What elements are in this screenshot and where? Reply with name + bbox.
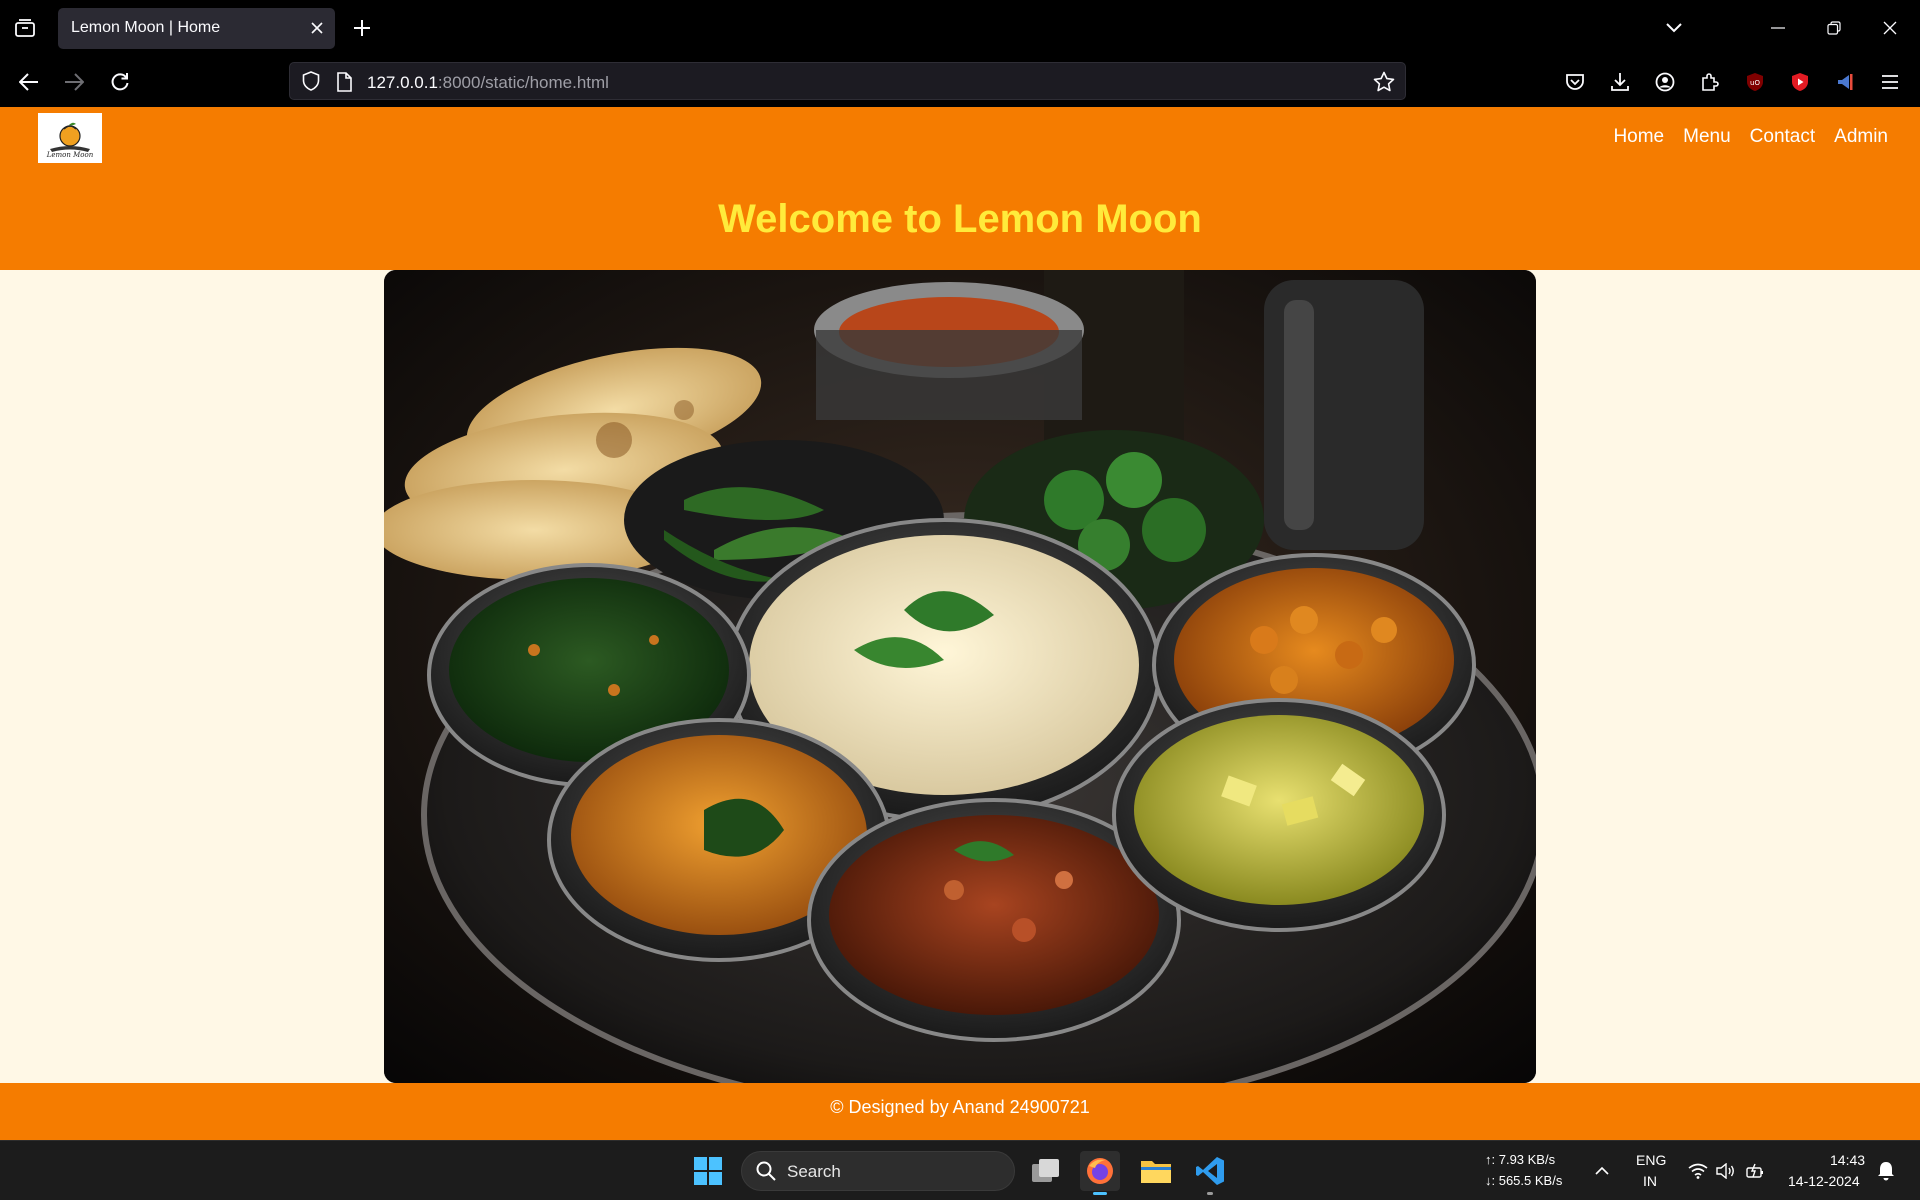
language-region[interactable]: IN [1643,1173,1657,1189]
site-nav: Home Menu Contact Admin [1613,126,1888,148]
browser-toolbar: 127.0.0.1:8000/static/home.html uO [0,56,1920,107]
new-tab-icon[interactable] [348,14,376,42]
page-title: Welcome to Lemon Moon [718,197,1202,241]
restore-icon[interactable] [1816,12,1852,44]
svg-text:uO: uO [1750,79,1760,87]
site-footer: © Designed by Anand 24900721 [0,1083,1920,1140]
close-window-icon[interactable] [1872,12,1908,44]
url-text[interactable]: 127.0.0.1:8000/static/home.html [367,73,609,93]
address-bar[interactable]: 127.0.0.1:8000/static/home.html [289,62,1406,100]
shield-icon[interactable] [301,71,321,96]
extensions-icon[interactable] [1694,66,1726,98]
browser-tab-bar: Lemon Moon | Home [0,0,1920,56]
extension-megaphone-icon[interactable] [1829,66,1861,98]
language-code[interactable]: ENG [1636,1152,1666,1168]
nav-link-home[interactable]: Home [1613,126,1664,148]
search-label: Search [787,1162,841,1181]
downloads-icon[interactable] [1604,66,1636,98]
windows-start-icon[interactable] [688,1151,728,1191]
footer-credit: © Designed by Anand 24900721 [830,1097,1090,1117]
search-icon [756,1161,776,1186]
account-icon[interactable] [1649,66,1681,98]
network-upload-speed: ↑: 7.93 KB/s [1485,1152,1556,1167]
network-download-speed: ↓: 565.5 KB/s [1485,1173,1563,1188]
wifi-icon[interactable] [1686,1151,1710,1191]
clock-date[interactable]: 14-12-2024 [1788,1173,1860,1189]
hamburger-menu-icon[interactable] [1874,66,1906,98]
file-explorer-icon[interactable] [1136,1151,1176,1191]
ublock-icon[interactable]: uO [1739,66,1771,98]
site-header: Lemon Moon Home Menu Contact Admin Welco… [0,107,1920,270]
clock-time[interactable]: 14:43 [1830,1152,1865,1168]
url-path: :8000/static/home.html [437,73,609,92]
back-icon[interactable] [13,66,45,98]
pocket-icon[interactable] [1559,66,1591,98]
battery-charging-icon[interactable] [1744,1151,1768,1191]
page-viewport: Lemon Moon Home Menu Contact Admin Welco… [0,107,1920,1140]
browser-tab-active[interactable]: Lemon Moon | Home [58,8,335,49]
svg-text:Lemon Moon: Lemon Moon [46,151,94,159]
nav-link-menu[interactable]: Menu [1683,126,1731,148]
taskbar-search-box[interactable]: Search [741,1151,1015,1191]
hero-food-image [384,270,1536,1083]
list-all-tabs-icon[interactable] [1656,12,1692,44]
firefox-taskbar-icon[interactable] [1080,1151,1120,1195]
active-app-indicator [1093,1192,1107,1195]
minimize-icon[interactable] [1760,12,1796,44]
nav-link-contact[interactable]: Contact [1750,126,1815,148]
nav-link-admin[interactable]: Admin [1834,126,1888,148]
site-logo[interactable]: Lemon Moon [38,113,102,163]
youtube-extension-icon[interactable] [1784,66,1816,98]
bookmark-star-icon[interactable] [1373,71,1395,98]
reload-icon[interactable] [104,66,136,98]
url-host: 127.0.0.1 [367,73,438,92]
volume-icon[interactable] [1714,1151,1738,1191]
chevron-up-icon[interactable] [1590,1151,1614,1191]
tab-list-icon[interactable] [10,14,40,42]
task-view-icon[interactable] [1026,1151,1066,1191]
forward-icon[interactable] [58,66,90,98]
windows-taskbar: Search ↑: 7.93 KB/s ↓: 565.5 KB/s ENG IN… [0,1140,1920,1200]
vscode-icon[interactable] [1190,1151,1230,1195]
tab-title: Lemon Moon | Home [71,19,221,36]
running-app-indicator [1207,1192,1213,1195]
notification-bell-icon[interactable] [1874,1151,1898,1191]
page-info-icon[interactable] [336,72,352,97]
close-tab-icon[interactable] [307,18,327,38]
